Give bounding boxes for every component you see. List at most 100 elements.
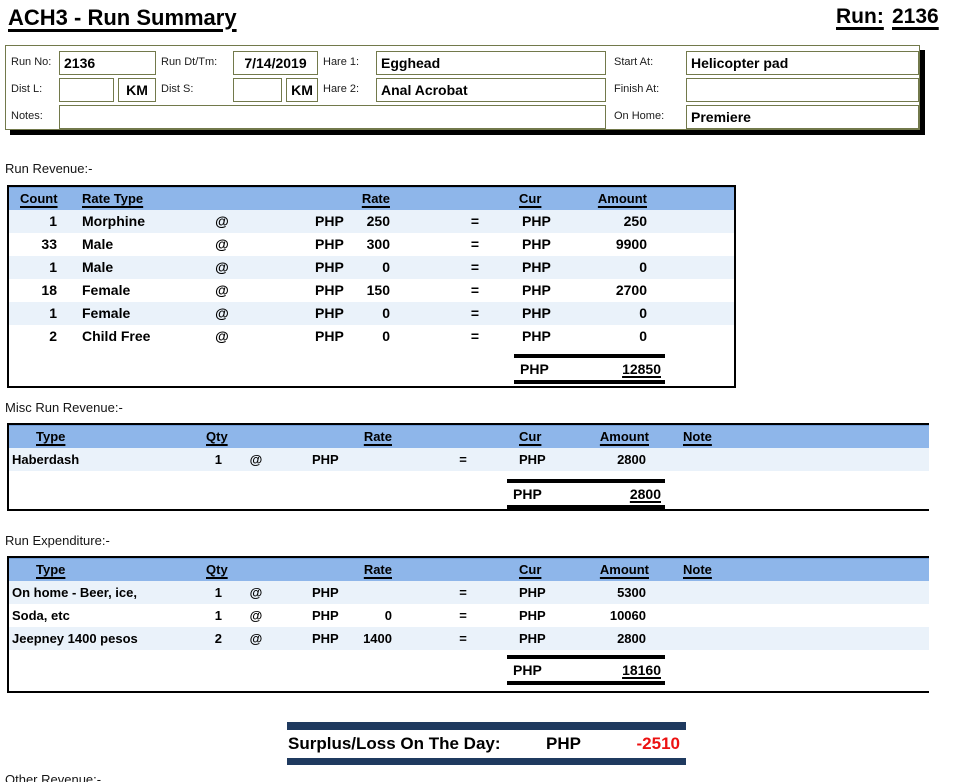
at-symbol: @	[207, 279, 237, 302]
at-symbol: @	[207, 256, 237, 279]
dist-l-label: Dist L:	[11, 83, 42, 95]
currency-cell: PHP	[522, 302, 551, 325]
run-number: 2136	[892, 5, 939, 29]
qty-header: Qty	[206, 560, 228, 580]
qty-header: Qty	[206, 427, 228, 447]
count-cell: 2	[12, 325, 57, 348]
currency-cell: PHP	[519, 581, 546, 604]
type-cell: On home - Beer, ice,	[12, 581, 137, 604]
equals-symbol: =	[465, 210, 485, 233]
at-symbol: @	[207, 325, 237, 348]
equals-symbol: =	[465, 325, 485, 348]
amount-cell: 0	[549, 302, 647, 325]
count-cell: 1	[12, 210, 57, 233]
rate-cell: 300	[347, 233, 390, 256]
amount-cell: 0	[549, 256, 647, 279]
currency-cell: PHP	[519, 604, 546, 627]
amount-cell: 5300	[549, 581, 646, 604]
amount-header: Amount	[549, 189, 647, 209]
run-revenue-total-row: PHP 12850	[514, 354, 665, 384]
run-dttm-field[interactable]: 7/14/2019	[233, 51, 318, 75]
rate-type-cell: Male	[82, 256, 113, 279]
surplus-bar-top	[287, 722, 686, 730]
rate-currency-cell: PHP	[315, 325, 344, 348]
rate-currency-cell: PHP	[312, 627, 339, 650]
run-no-field[interactable]: 2136	[59, 51, 156, 75]
type-header: Type	[36, 427, 65, 447]
type-cell: Haberdash	[12, 448, 79, 471]
surplus-label: Surplus/Loss On The Day:	[288, 730, 501, 757]
equals-symbol: =	[465, 256, 485, 279]
amount-cell: 10060	[549, 604, 646, 627]
equals-symbol: =	[453, 604, 473, 627]
footer-partial-label: Other Revenue:-	[5, 772, 101, 782]
rate-currency-cell: PHP	[315, 302, 344, 325]
rate-currency-cell: PHP	[315, 233, 344, 256]
expenditure-table: Type Qty Rate Cur Amount Note On home - …	[7, 556, 929, 693]
misc-revenue-header-row: Type Qty Rate Cur Amount Note	[9, 425, 929, 448]
type-header: Type	[36, 560, 65, 580]
dist-l-field[interactable]	[59, 78, 114, 102]
amount-cell: 2700	[549, 279, 647, 302]
rate-type-header: Rate Type	[82, 189, 143, 209]
expenditure-section-label: Run Expenditure:-	[5, 533, 110, 548]
at-symbol: @	[243, 627, 269, 650]
misc-revenue-table: Type Qty Rate Cur Amount Note Haberdash …	[7, 423, 929, 511]
rate-type-cell: Male	[82, 233, 113, 256]
rate-cell: 0	[339, 604, 392, 627]
surplus-bar-bottom	[287, 758, 686, 765]
rate-cell: 0	[347, 302, 390, 325]
run-dttm-label: Run Dt/Tm:	[161, 56, 217, 68]
finish-at-label: Finish At:	[614, 83, 659, 95]
currency-cell: PHP	[522, 233, 551, 256]
rate-currency-cell: PHP	[312, 604, 339, 627]
rate-currency-cell: PHP	[312, 581, 339, 604]
start-at-field[interactable]: Helicopter pad	[686, 51, 919, 75]
amount-header: Amount	[549, 427, 649, 447]
table-row: 1 Female @ PHP 0 = PHP 0	[9, 302, 734, 325]
currency-cell: PHP	[522, 210, 551, 233]
misc-revenue-total-row: PHP 2800	[507, 479, 665, 509]
currency-cell: PHP	[522, 325, 551, 348]
finish-at-field[interactable]	[686, 78, 919, 102]
rate-currency-cell: PHP	[312, 448, 339, 471]
on-home-field[interactable]: Premiere	[686, 105, 919, 129]
run-revenue-section-label: Run Revenue:-	[5, 161, 92, 176]
rate-cell: 250	[347, 210, 390, 233]
rate-cell: 0	[347, 256, 390, 279]
run-no-label: Run No:	[11, 56, 51, 68]
currency-cell: PHP	[519, 448, 546, 471]
rate-cell: 150	[347, 279, 390, 302]
notes-field[interactable]	[59, 105, 606, 129]
table-row: 1 Male @ PHP 0 = PHP 0	[9, 256, 734, 279]
rate-cell: 1400	[339, 627, 392, 650]
surplus-currency: PHP	[546, 730, 581, 757]
table-row: On home - Beer, ice, 1 @ PHP = PHP 5300	[9, 581, 929, 604]
rate-header: Rate	[347, 189, 390, 209]
dist-s-field[interactable]	[233, 78, 282, 102]
at-symbol: @	[243, 604, 269, 627]
qty-cell: 1	[169, 604, 222, 627]
amount-cell: 9900	[549, 233, 647, 256]
equals-symbol: =	[453, 448, 473, 471]
start-at-label: Start At:	[614, 56, 653, 68]
rate-type-cell: Female	[82, 279, 130, 302]
notes-label: Notes:	[11, 110, 43, 122]
table-row: Soda, etc 1 @ PHP 0 = PHP 10060	[9, 604, 929, 627]
run-label: Run:	[836, 5, 884, 29]
table-row: 2 Child Free @ PHP 0 = PHP 0	[9, 325, 734, 348]
equals-symbol: =	[453, 627, 473, 650]
misc-revenue-section-label: Misc Run Revenue:-	[5, 400, 123, 415]
currency-cell: PHP	[522, 279, 551, 302]
count-cell: 1	[12, 256, 57, 279]
rate-currency-cell: PHP	[315, 210, 344, 233]
cur-header: Cur	[519, 427, 541, 447]
hare1-field[interactable]: Egghead	[376, 51, 606, 75]
hare2-field[interactable]: Anal Acrobat	[376, 78, 606, 102]
amount-header: Amount	[549, 560, 649, 580]
table-row: 18 Female @ PHP 150 = PHP 2700	[9, 279, 734, 302]
total-amount: 12850	[622, 358, 661, 380]
qty-cell: 1	[169, 581, 222, 604]
rate-header: Rate	[339, 427, 392, 447]
rate-header: Rate	[339, 560, 392, 580]
